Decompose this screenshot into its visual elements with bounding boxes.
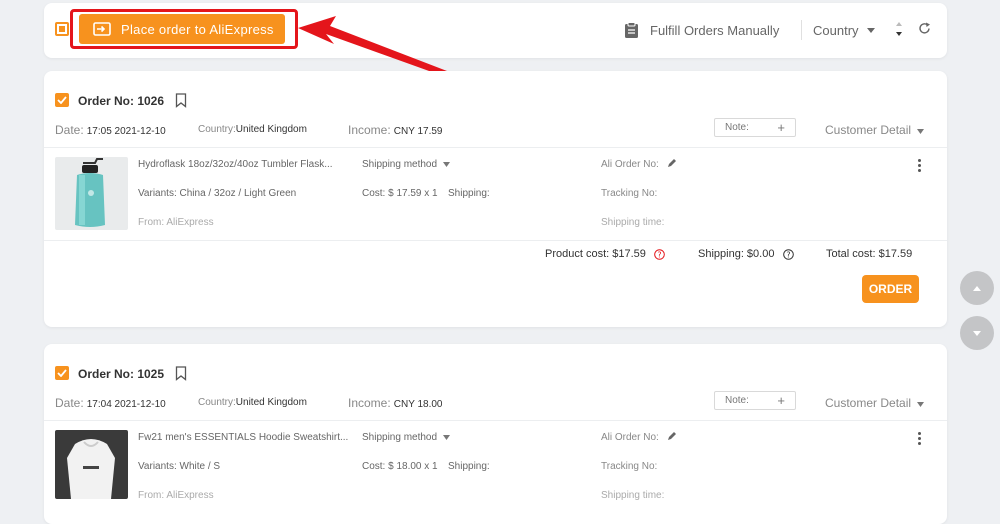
order-checkbox[interactable] (55, 93, 69, 107)
caret-down-icon (917, 402, 925, 407)
tracking-no: Tracking No: (601, 188, 658, 199)
customer-detail-dropdown[interactable]: Customer Detail (825, 123, 925, 137)
order-date: Date: 17:04 2021-12-10 (55, 396, 166, 410)
note-label: Note: (725, 122, 749, 133)
scroll-up-button[interactable] (960, 271, 994, 305)
svg-text:?: ? (657, 250, 661, 259)
order-income: Income: CNY 18.00 (348, 396, 443, 410)
divider (44, 147, 947, 148)
check-icon (57, 369, 67, 377)
product-variants: Variants: China / 32oz / Light Green (138, 188, 297, 199)
more-menu-icon[interactable] (918, 432, 922, 447)
shipping-time: Shipping time: (601, 217, 665, 228)
refresh-button[interactable] (918, 22, 931, 40)
note-field[interactable]: Note: + (714, 391, 796, 410)
order-number: Order No: 1025 (78, 367, 165, 381)
product-image[interactable] (55, 157, 128, 230)
order-country: Country:United Kingdom (198, 397, 307, 408)
order-income: Income: CNY 17.59 (348, 123, 443, 137)
country-filter[interactable]: Country (813, 3, 875, 58)
order-country: Country:United Kingdom (198, 124, 307, 135)
edit-icon[interactable] (667, 431, 677, 441)
plus-icon: + (777, 393, 785, 408)
summary-shipping: Shipping: $0.00 (698, 248, 775, 260)
country-filter-label: Country (813, 23, 859, 38)
check-icon (57, 96, 67, 104)
order-card (44, 71, 947, 327)
product-title[interactable]: Fw21 men's ESSENTIALS Hoodie Sweatshirt.… (138, 432, 348, 443)
shipping-method-dropdown[interactable]: Shipping method (362, 432, 450, 443)
product-cost-line: Cost: $ 18.00 x 1 (362, 461, 438, 472)
product-cost-line: Cost: $ 17.59 x 1 (362, 188, 438, 199)
order-checkbox[interactable] (55, 366, 69, 380)
select-all-checkbox[interactable] (55, 22, 69, 36)
note-field[interactable]: Note: + (714, 118, 796, 137)
edit-icon[interactable] (667, 158, 677, 168)
note-label: Note: (725, 395, 749, 406)
summary-total-cost: Total cost: $17.59 (826, 248, 913, 260)
caret-down-icon (866, 28, 875, 33)
fulfill-manually-link[interactable]: Fulfill Orders Manually (624, 3, 779, 58)
clipboard-icon (625, 22, 638, 38)
ali-order-no: Ali Order No: (601, 159, 659, 170)
product-image[interactable] (55, 430, 128, 499)
caret-down-icon (442, 162, 450, 167)
question-circle-icon[interactable]: ? (654, 249, 665, 260)
tracking-no: Tracking No: (601, 461, 658, 472)
place-order-button[interactable]: Place order to AliExpress (79, 14, 285, 44)
product-source: From: AliExpress (138, 217, 214, 228)
fulfill-manually-label: Fulfill Orders Manually (650, 23, 780, 38)
question-circle-icon[interactable]: ? (783, 249, 794, 260)
product-shipping-line: Shipping: (448, 461, 490, 472)
plus-icon: + (777, 120, 785, 135)
order-number: Order No: 1026 (78, 94, 165, 108)
caret-down-icon (917, 129, 925, 134)
sort-toggle[interactable] (895, 20, 903, 43)
export-icon (93, 22, 111, 36)
ali-order-no: Ali Order No: (601, 432, 659, 443)
svg-text:?: ? (786, 250, 790, 259)
divider (44, 240, 947, 241)
product-variants: Variants: White / S (138, 461, 221, 472)
caret-down-icon (973, 330, 981, 336)
summary-product-cost: Product cost: $17.59 (545, 248, 646, 260)
bookmark-icon[interactable] (175, 93, 187, 108)
bookmark-icon[interactable] (175, 366, 187, 381)
order-date: Date: 17:05 2021-12-10 (55, 123, 166, 137)
sort-icon (896, 22, 902, 36)
customer-detail-dropdown[interactable]: Customer Detail (825, 396, 925, 410)
caret-up-icon (973, 285, 981, 291)
more-menu-icon[interactable] (918, 159, 922, 174)
product-shipping-line: Shipping: (448, 188, 490, 199)
product-source: From: AliExpress (138, 490, 214, 501)
refresh-icon (919, 22, 930, 34)
shipping-method-dropdown[interactable]: Shipping method (362, 159, 450, 170)
scroll-down-button[interactable] (960, 316, 994, 350)
caret-down-icon (442, 435, 450, 440)
place-order-label: Place order to AliExpress (121, 21, 274, 37)
order-button[interactable]: ORDER (862, 275, 919, 303)
shipping-time: Shipping time: (601, 490, 665, 501)
divider (44, 420, 947, 421)
product-title[interactable]: Hydroflask 18oz/32oz/40oz Tumbler Flask.… (138, 159, 333, 170)
divider (801, 20, 802, 40)
